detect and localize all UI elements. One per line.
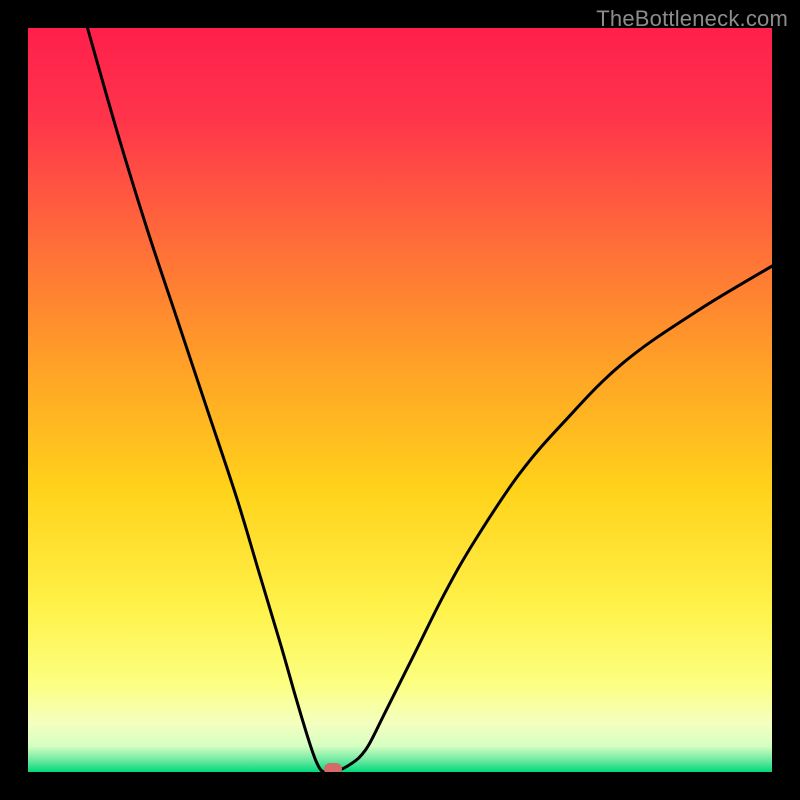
chart-frame <box>28 28 772 772</box>
optimal-marker <box>324 763 342 772</box>
curve-layer <box>28 28 772 772</box>
plot-area <box>28 28 772 772</box>
bottleneck-curve <box>88 28 772 772</box>
